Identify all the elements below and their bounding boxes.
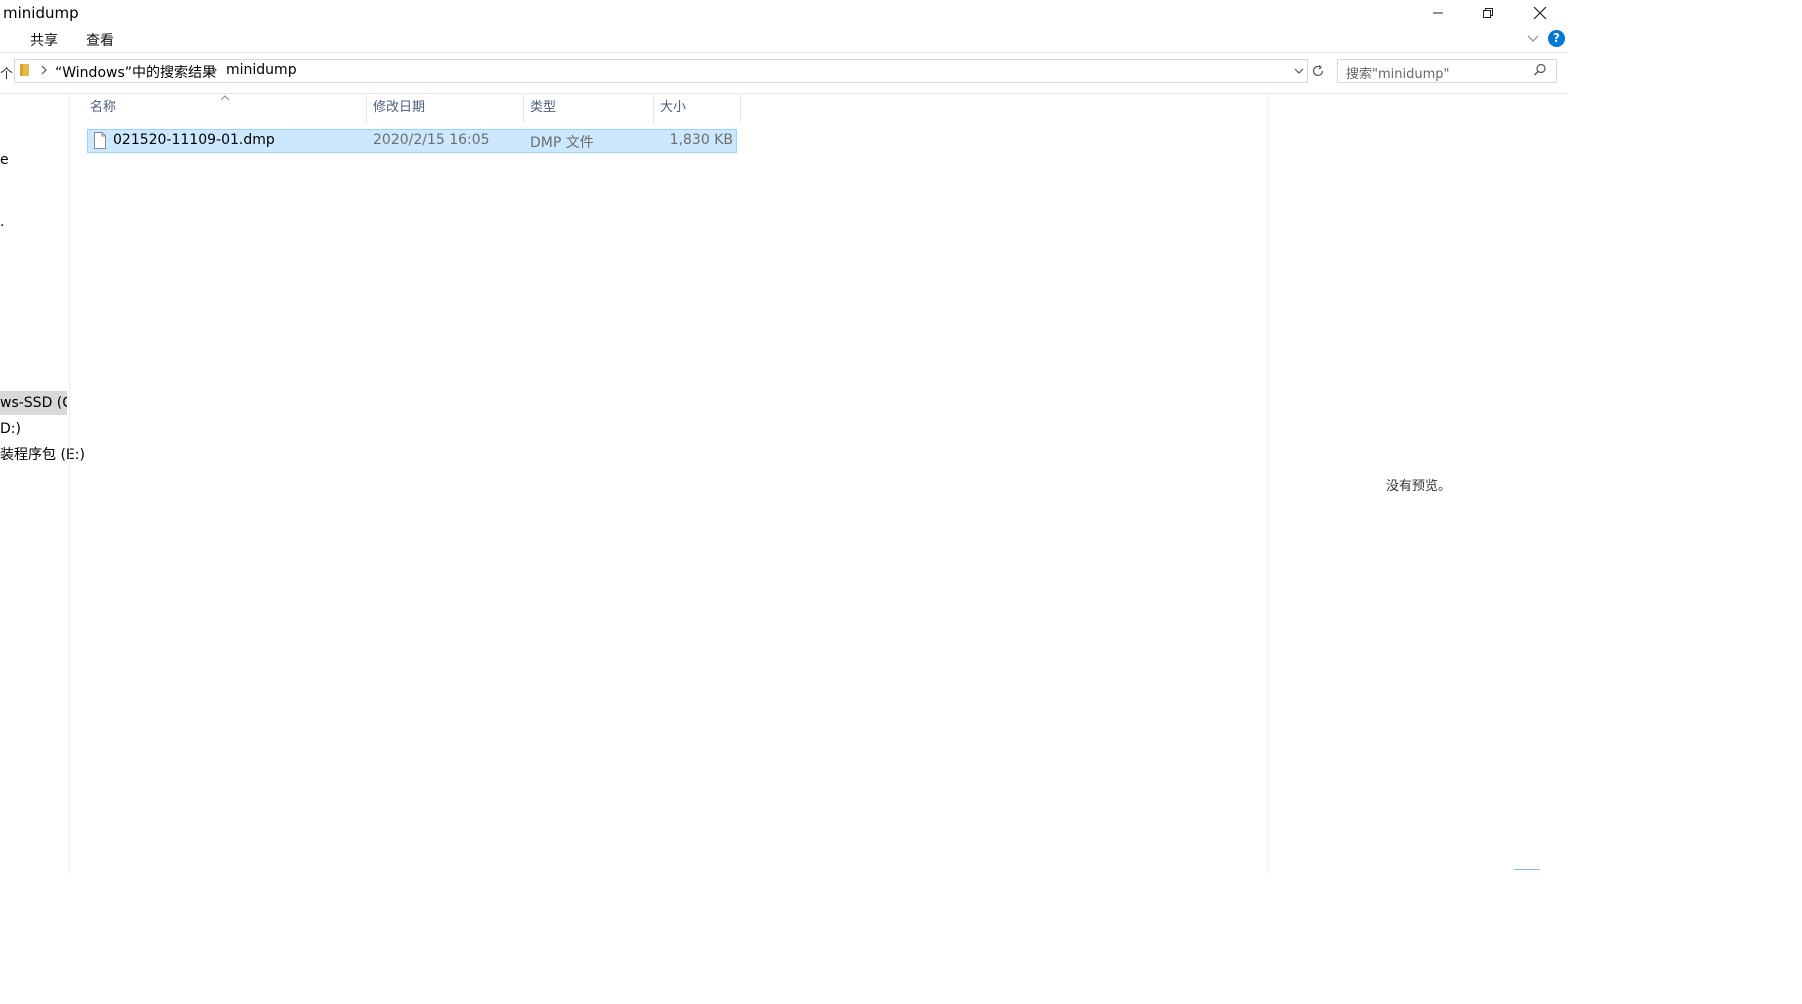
refresh-icon [1312,65,1324,77]
chevron-right-icon[interactable] [39,64,49,80]
preview-pane-divider [1267,94,1268,874]
column-divider[interactable] [740,95,741,123]
ribbon-divider [0,52,1567,53]
help-button[interactable]: ? [1548,30,1565,47]
toolbar-divider [0,93,1567,94]
close-button[interactable] [1515,0,1565,26]
ribbon-expand-button[interactable] [1526,31,1540,49]
file-size: 1,830 KB [669,132,733,148]
sort-up-icon [219,90,231,106]
column-header-modified[interactable]: 修改日期 [373,97,425,121]
nav-item-drive-c[interactable]: ws-SSD (C:) [0,391,67,415]
tab-share[interactable]: 共享 [30,30,58,50]
refresh-button[interactable] [1310,63,1326,83]
help-icon: ? [1553,31,1560,45]
minimize-button[interactable] [1413,0,1463,26]
column-header-size[interactable]: 大小 [660,97,686,121]
close-icon [1533,6,1547,20]
breadcrumb-search-results[interactable]: “Windows”中的搜索结果 [55,62,216,82]
minimize-icon [1433,12,1443,14]
file-name[interactable]: 021520-11109-01.dmp [113,132,275,148]
column-divider[interactable] [653,95,654,123]
search-input[interactable]: 搜索"minidump" [1346,63,1450,82]
chevron-right-icon[interactable] [209,64,219,80]
no-preview-text: 没有预览。 [1386,479,1452,494]
folder-icon [18,62,32,82]
nav-item[interactable]: e [0,148,9,172]
file-type: DMP 文件 [530,135,594,151]
column-header-name[interactable]: 名称 [90,97,116,121]
restore-icon [1483,8,1493,18]
nav-item-drive-d[interactable]: D:) [0,417,21,441]
breadcrumb-minidump[interactable]: minidump [226,62,297,78]
search-icon[interactable] [1533,63,1547,81]
nav-pane-divider [69,94,70,874]
restore-button[interactable] [1463,0,1513,26]
up-button[interactable]: 个 [0,63,13,82]
chevron-down-icon [1527,35,1539,42]
file-icon [93,132,107,153]
tab-view[interactable]: 查看 [86,30,114,50]
column-header-type[interactable]: 类型 [530,97,556,121]
nav-item-drive-e[interactable]: 装程序包 (E:) [0,443,85,467]
column-divider[interactable] [366,95,367,123]
window-title: minidump [3,4,79,22]
view-toggle[interactable] [1514,869,1540,874]
nav-item[interactable]: . [0,210,4,234]
address-history-button[interactable] [1292,64,1306,82]
column-divider[interactable] [523,95,524,123]
file-modified: 2020/2/15 16:05 [373,132,490,148]
chevron-down-icon [1294,68,1304,74]
